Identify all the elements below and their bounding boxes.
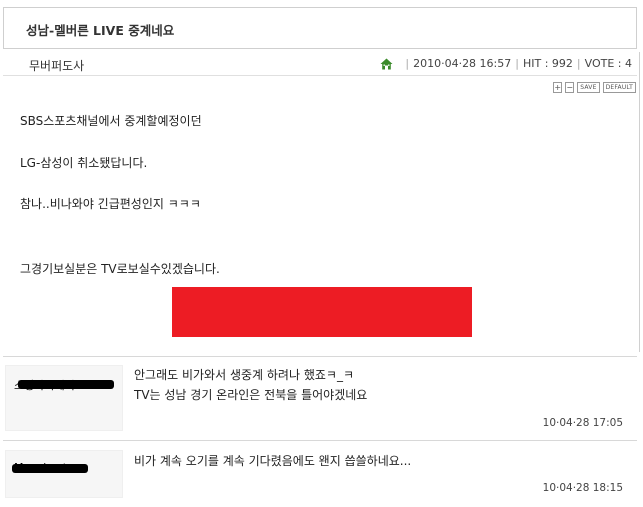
post-body-line: LG-삼성이 취소됐답니다. — [20, 156, 148, 170]
censor-mark — [12, 464, 88, 473]
comment-text: 비가 계속 오기를 계속 기다렸음에도 왠지 씁쓸하네요... — [134, 451, 411, 471]
comment-divider — [3, 440, 637, 441]
comment-timestamp: 10·04·28 18:15 — [542, 482, 623, 494]
comment-divider — [3, 356, 637, 357]
comment-line: TV는 성남 경기 온라인은 전북을 틀어야겠네요 — [134, 388, 368, 402]
embedded-media-block[interactable] — [172, 287, 472, 337]
comment-text: 안그래도 비가와서 생중계 하려나 했죠ㅋ_ㅋ TV는 성남 경기 온라인은 전… — [134, 365, 367, 405]
post-date: 2010·04·28 16:57 — [413, 57, 512, 70]
post-title: 성남-멜버른 LIVE 중계네요 — [26, 23, 175, 38]
post-title-box: 성남-멜버른 LIVE 중계네요 — [3, 7, 637, 49]
post-frame-edge — [639, 52, 640, 352]
post-body-line: 참나..비나와야 긴급편성인지 ㅋㅋㅋ — [20, 197, 201, 211]
comment-line: 안그래도 비가와서 생중계 하려나 했죠ㅋ_ㅋ — [134, 368, 354, 382]
font-decrease-button[interactable]: − — [565, 82, 575, 93]
meta-separator: | — [405, 57, 410, 70]
post-hit-count: HIT : 992 — [522, 57, 573, 70]
comment-author-box[interactable]: 스윙마국예어 — [5, 365, 123, 431]
comment-author-box[interactable]: Manchester — [5, 450, 123, 498]
font-tools: + − SAVE DEFAULT — [553, 82, 636, 93]
post-author[interactable]: 무버퍼도사 — [29, 57, 84, 74]
post-body-line: SBS스포츠채널에서 중계할예정이던 — [20, 114, 202, 128]
post-body-line: 그경기보실분은 TV로보실수있겠습니다. — [20, 262, 220, 276]
post-vote-count: VOTE : 4 — [584, 57, 632, 70]
meta-separator: | — [576, 57, 581, 70]
home-icon[interactable] — [380, 58, 393, 70]
font-increase-button[interactable]: + — [553, 82, 563, 93]
font-save-button[interactable]: SAVE — [577, 82, 600, 93]
censor-mark — [18, 380, 114, 389]
comment-timestamp: 10·04·28 17:05 — [542, 417, 623, 429]
post-meta-row: 무버퍼도사 | 2010·04·28 16:57 | HIT : 992 | V… — [3, 52, 637, 76]
comment-line: 비가 계속 오기를 계속 기다렸음에도 왠지 씁쓸하네요... — [134, 454, 412, 468]
meta-separator: | — [515, 57, 519, 70]
post-meta-info: | 2010·04·28 16:57 | HIT : 992 | VOTE : … — [380, 57, 632, 70]
font-default-button[interactable]: DEFAULT — [602, 82, 636, 93]
